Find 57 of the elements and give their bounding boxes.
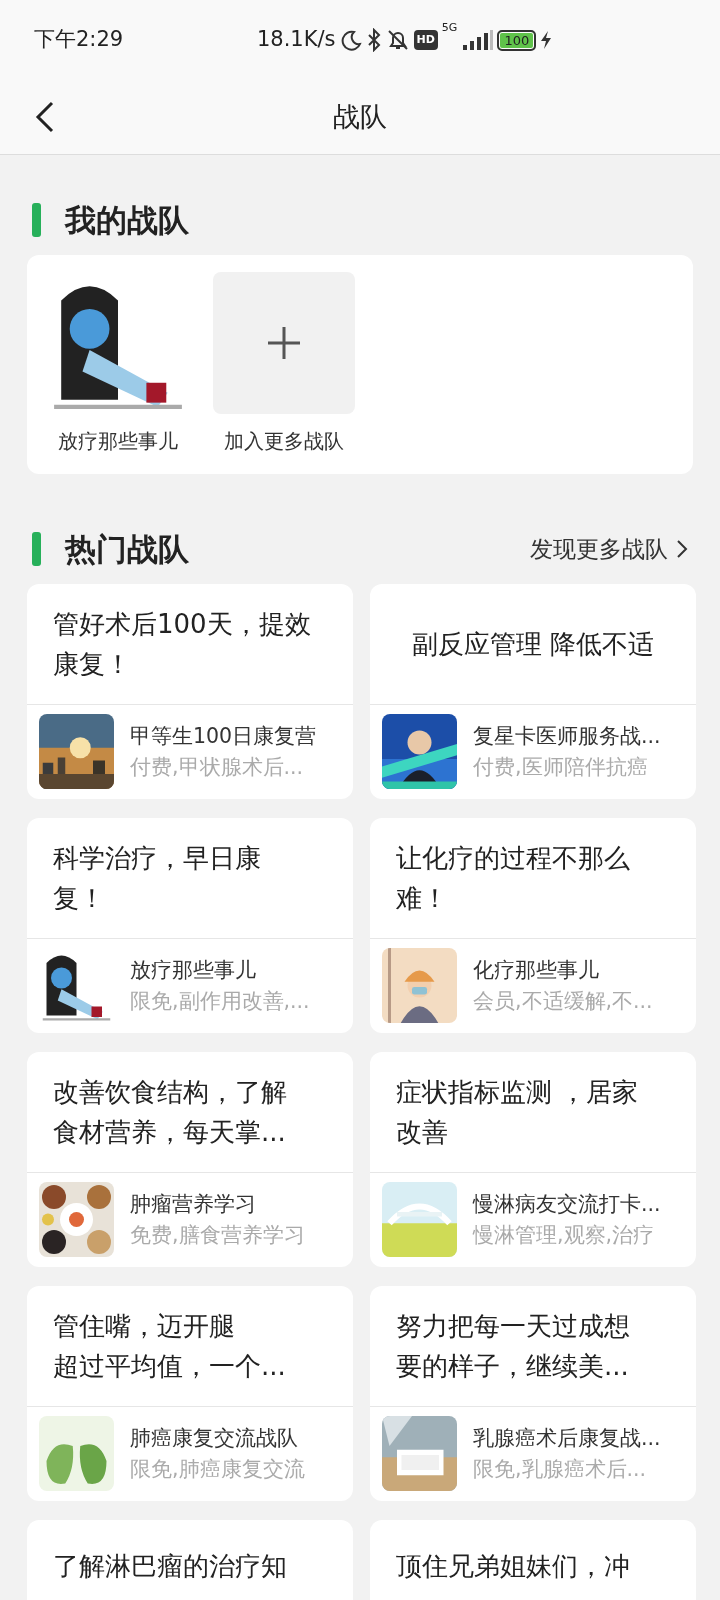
team-name: 复星卡医师服务战... [473, 722, 661, 750]
clock-time: 下午2:29 [34, 26, 124, 54]
team-card[interactable]: 顶住兄弟姐妹们，冲 [370, 1520, 696, 1600]
team-card[interactable]: 努力把每一天过成想 要的样子，继续美... 乳腺癌术后康复战... 限免,乳腺癌术后... [370, 1286, 696, 1501]
page-title: 战队 [333, 99, 387, 134]
network-label: 5G [441, 20, 458, 37]
bell-off-icon [385, 28, 410, 52]
team-label[interactable]: 放疗那些事儿 [58, 426, 178, 456]
charging-icon [540, 30, 553, 50]
section-title: 我的战队 [65, 200, 189, 240]
card-title: 科学治疗，早日康 复！ [53, 842, 261, 915]
team-card[interactable]: 管好术后100天，提效 康复！ 甲等生100日康复营 付费,甲状腺术后... [27, 584, 353, 799]
team-tags: 付费,医师陪伴抗癌 [473, 751, 661, 783]
team-card[interactable]: 让化疗的过程不那么 难！ 化疗那些事儿 会员,不适缓解,不... [370, 818, 696, 1033]
card-title: 管好术后100天，提效 康复！ [53, 608, 311, 681]
team-tags: 会员,不适缓解,不... [473, 985, 653, 1017]
card-title: 让化疗的过程不那么 难！ [396, 842, 630, 915]
signal-icon [461, 29, 494, 51]
team-name: 肿瘤营养学习 [130, 1190, 257, 1218]
team-tags: 限免,副作用改善,... [130, 985, 310, 1017]
section-marker [32, 203, 41, 237]
team-tags: 免费,膳食营养学习 [130, 1219, 305, 1251]
team-name: 甲等生100日康复营 [130, 722, 317, 750]
bluetooth-icon [365, 28, 382, 52]
team-name: 肺癌康复交流战队 [130, 1424, 299, 1452]
battery-indicator: 100 [497, 29, 537, 51]
team-card[interactable]: 症状指标监测 ，居家 改善 慢淋病友交流打卡... 慢淋管理,观察,治疗 [370, 1052, 696, 1267]
team-tags: 限免,肺癌康复交流 [130, 1453, 305, 1485]
team-card[interactable]: 副反应管理 降低不适 复星卡医师服务战... 付费,医师陪伴抗癌 [370, 584, 696, 799]
back-icon[interactable] [34, 100, 56, 134]
team-name: 乳腺癌术后康复战... [473, 1424, 661, 1452]
team-name: 慢淋病友交流打卡... [473, 1190, 661, 1218]
team-card[interactable]: 管住嘴，迈开腿 超过平均值，一个... 肺癌康复交流战队 限免,肺癌康复交流 [27, 1286, 353, 1501]
add-team-label[interactable]: 加入更多战队 [224, 426, 344, 456]
team-card[interactable]: 科学治疗，早日康 复！ 放疗那些事儿 限免,副作用改善,... [27, 818, 353, 1033]
team-name: 放疗那些事儿 [130, 956, 257, 984]
team-name: 化疗那些事儿 [473, 956, 600, 984]
card-title: 努力把每一天过成想 要的样子，继续美... [396, 1310, 630, 1383]
section-title: 热门战队 [65, 529, 189, 569]
card-title: 顶住兄弟姐妹们，冲 [396, 1550, 630, 1583]
plus-icon [266, 325, 302, 361]
card-title: 了解淋巴瘤的治疗知 [53, 1550, 287, 1583]
team-tags: 慢淋管理,观察,治疗 [473, 1219, 661, 1251]
moon-icon [339, 29, 362, 51]
team-card[interactable]: 改善饮食结构，了解 食材营养，每天掌... 肿瘤营养学习 免费,膳食营养学习 [27, 1052, 353, 1267]
card-title: 改善饮食结构，了解 食材营养，每天掌... [53, 1076, 287, 1149]
chevron-right-icon [676, 539, 688, 559]
team-card[interactable]: 了解淋巴瘤的治疗知 [27, 1520, 353, 1600]
section-marker [32, 532, 41, 566]
card-title: 副反应管理 降低不适 [411, 628, 655, 661]
team-tags: 付费,甲状腺术后... [130, 751, 317, 783]
network-speed: 18.1K/s [256, 26, 336, 54]
card-title: 管住嘴，迈开腿 超过平均值，一个... [53, 1310, 286, 1383]
team-tags: 限免,乳腺癌术后... [473, 1453, 661, 1485]
card-title: 症状指标监测 ，居家 改善 [396, 1076, 639, 1149]
hd-badge: HD [413, 29, 438, 51]
more-link[interactable]: 发现更多战队 [530, 531, 688, 567]
